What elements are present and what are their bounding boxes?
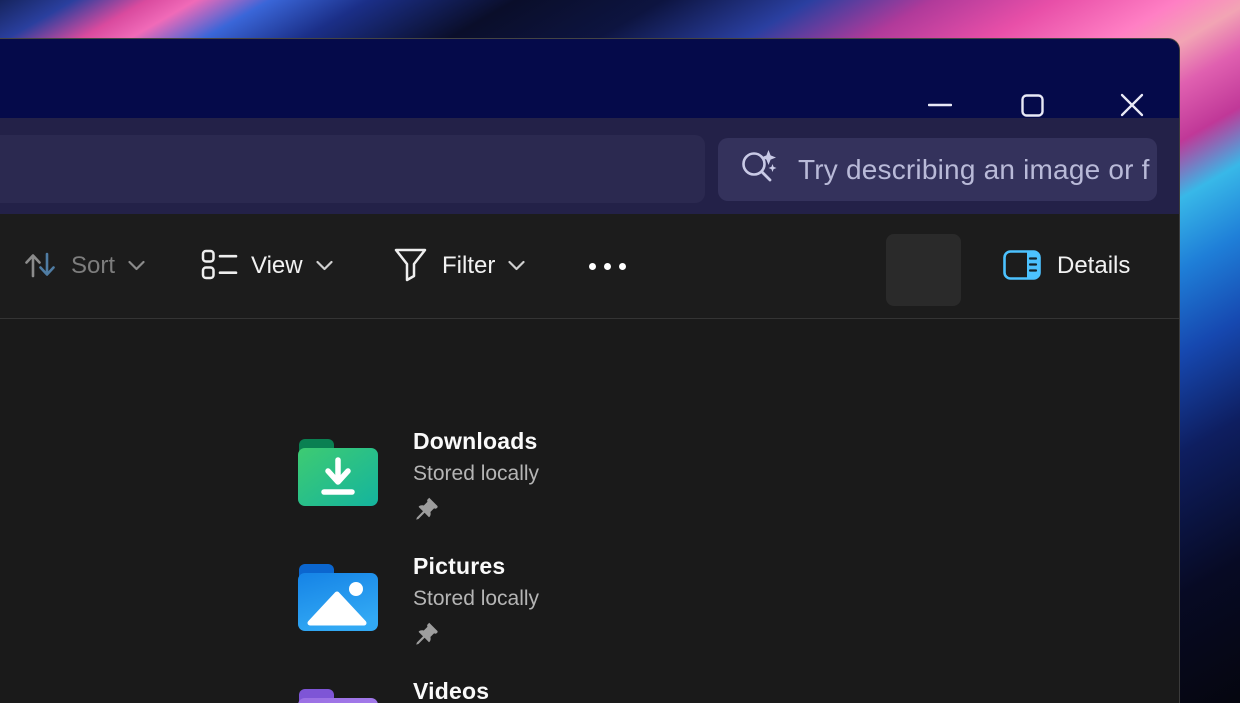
address-search-row: Try describing an image or f (0, 118, 1179, 214)
details-pane-icon (1003, 250, 1041, 283)
file-status: Stored locally (413, 462, 539, 486)
sort-arrows-icon (22, 247, 58, 286)
file-tile-pictures[interactable]: Pictures Stored locally (294, 559, 894, 655)
view-label: View (251, 252, 303, 280)
filter-button[interactable]: Filter (392, 214, 525, 318)
minimize-icon (928, 102, 952, 108)
file-status: Stored locally (413, 587, 539, 611)
pictures-folder-icon (294, 559, 382, 640)
videos-folder-icon (294, 684, 382, 703)
filter-label: Filter (442, 252, 495, 280)
file-name: Videos (413, 678, 489, 703)
toolbar-highlighted-button[interactable] (886, 234, 961, 306)
ai-search-placeholder: Try describing an image or f (798, 154, 1150, 186)
file-name: Pictures (413, 553, 505, 580)
pin-icon (415, 496, 439, 525)
file-list: Downloads Stored locally (0, 319, 1179, 703)
chevron-down-icon (316, 259, 333, 274)
ai-search-icon (738, 146, 780, 193)
chevron-down-icon (128, 259, 145, 274)
more-options-button[interactable] (572, 214, 642, 318)
command-toolbar: Sort View Fi (0, 214, 1179, 319)
address-bar[interactable] (0, 135, 705, 203)
downloads-folder-icon (294, 434, 382, 515)
details-label: Details (1057, 252, 1130, 280)
more-options-icon (589, 263, 626, 270)
view-button[interactable]: View (201, 214, 333, 318)
details-pane-button[interactable]: Details (1003, 214, 1130, 318)
chevron-down-icon (508, 259, 525, 274)
file-explorer-window: Try describing an image or f Sort (0, 38, 1180, 703)
pin-icon (415, 621, 439, 650)
maximize-icon (1021, 94, 1044, 117)
close-icon (1120, 93, 1144, 117)
file-tile-downloads[interactable]: Downloads Stored locally (294, 434, 894, 530)
sort-button[interactable]: Sort (22, 214, 145, 318)
view-list-icon (201, 249, 238, 283)
file-name: Downloads (413, 428, 537, 455)
ai-search-input[interactable]: Try describing an image or f (718, 138, 1157, 201)
file-tile-videos[interactable]: Videos (294, 684, 894, 703)
title-bar (0, 39, 1179, 118)
filter-funnel-icon (392, 247, 429, 286)
sort-label: Sort (71, 252, 115, 280)
